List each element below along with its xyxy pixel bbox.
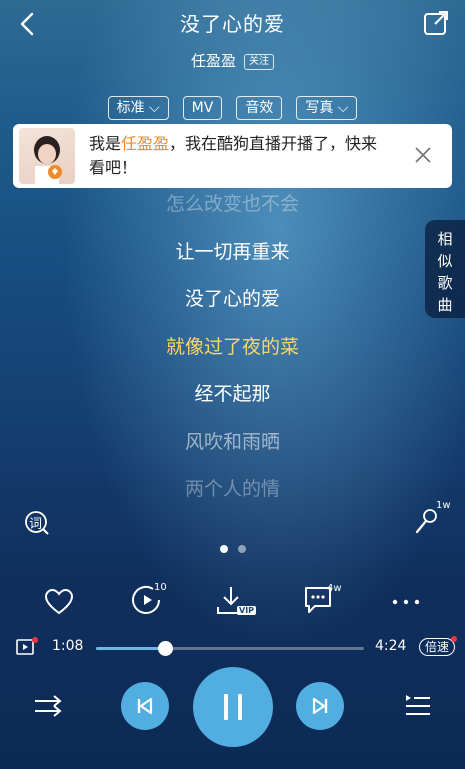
loop-count: 10 (154, 582, 167, 593)
lyric-line: 怎么改变也不会 (165, 193, 299, 215)
mode-chips: 标准 ⌵ MV 音效 写真 ⌵ (0, 96, 465, 120)
chip-sound-effect-label: 音效 (245, 100, 274, 116)
banner-highlight-name: 任盈盈 (121, 134, 170, 153)
live-banner[interactable]: 我是任盈盈，我在酷狗直播开播了，快来看吧！ (13, 124, 452, 188)
microphone-icon[interactable]: 1w (414, 500, 451, 536)
lyric-line: 经不起那 (194, 383, 271, 405)
loop-play-icon[interactable]: 10 (131, 582, 167, 616)
download-icon[interactable]: VIP (216, 585, 257, 619)
page-dot-active (219, 545, 228, 553)
song-title: 没了心的爱 (180, 12, 285, 36)
chip-portrait-label: 写真 (305, 100, 334, 116)
progress-row: 1:08 4:24 倍速 (0, 636, 465, 658)
chip-quality[interactable]: 标准 ⌵ (107, 96, 169, 120)
artist-name[interactable]: 任盈盈 (191, 52, 236, 70)
more-icon[interactable] (391, 594, 421, 608)
avatar (19, 128, 75, 184)
shuffle-icon[interactable] (33, 694, 63, 718)
progress-knob[interactable] (158, 641, 174, 656)
lyric-line: 两个人的情 (184, 478, 280, 500)
progress-track[interactable] (96, 641, 364, 656)
total-time: 4:24 (375, 638, 407, 654)
lyric-line-current: 就像过了夜的菜 (165, 335, 299, 358)
comment-icon[interactable]: 4w (303, 583, 343, 617)
progress-fill (96, 647, 166, 650)
chevron-down-icon: ⌵ (333, 100, 349, 116)
next-button[interactable] (296, 682, 344, 730)
speed-label: 倍速 (424, 640, 449, 654)
close-icon[interactable] (414, 146, 432, 164)
heart-icon[interactable] (44, 588, 74, 616)
previous-button[interactable] (121, 682, 169, 730)
chevron-down-icon: ⌵ (144, 100, 160, 116)
lyric-line: 让一切再重来 (175, 240, 290, 263)
pause-icon (224, 694, 242, 720)
playlist-icon[interactable] (404, 693, 432, 719)
comment-count: 4w (327, 583, 342, 594)
share-icon[interactable] (423, 10, 449, 36)
lyrics-panel[interactable]: 怎么改变也不会 让一切再重来 没了心的爱 就像过了夜的菜 经不起那 风吹和雨晒 … (0, 192, 465, 525)
speed-button[interactable]: 倍速 (418, 636, 457, 656)
current-time: 1:08 (52, 638, 84, 654)
next-icon (312, 697, 328, 715)
artist-row: 任盈盈 关注 (0, 50, 465, 71)
playlist-video-icon[interactable] (16, 637, 38, 658)
mic-count: 1w (436, 500, 451, 511)
follow-button[interactable]: 关注 (244, 54, 274, 70)
lyric-glyph: 词 (29, 517, 43, 532)
chip-mv-label: MV (191, 100, 214, 116)
page-dot (237, 545, 246, 553)
notification-dot (32, 637, 38, 643)
banner-prefix: 我是 (89, 134, 122, 153)
pause-button[interactable] (193, 667, 273, 747)
page-indicator (0, 545, 465, 553)
chip-portrait[interactable]: 写真 ⌵ (296, 96, 358, 120)
chip-mv[interactable]: MV (182, 96, 223, 120)
lyric-line: 没了心的爱 (184, 288, 280, 310)
lyric-line: 风吹和雨晒 (184, 430, 280, 453)
banner-message: 我是任盈盈，我在酷狗直播开播了，快来看吧！ (89, 132, 389, 180)
vip-badge: VIP (237, 606, 257, 615)
lyric-search-icon[interactable]: 词 (24, 510, 50, 536)
chip-quality-label: 标准 (116, 100, 145, 116)
notification-dot (451, 636, 457, 642)
previous-icon (137, 697, 153, 715)
chip-sound-effect[interactable]: 音效 (236, 96, 283, 120)
